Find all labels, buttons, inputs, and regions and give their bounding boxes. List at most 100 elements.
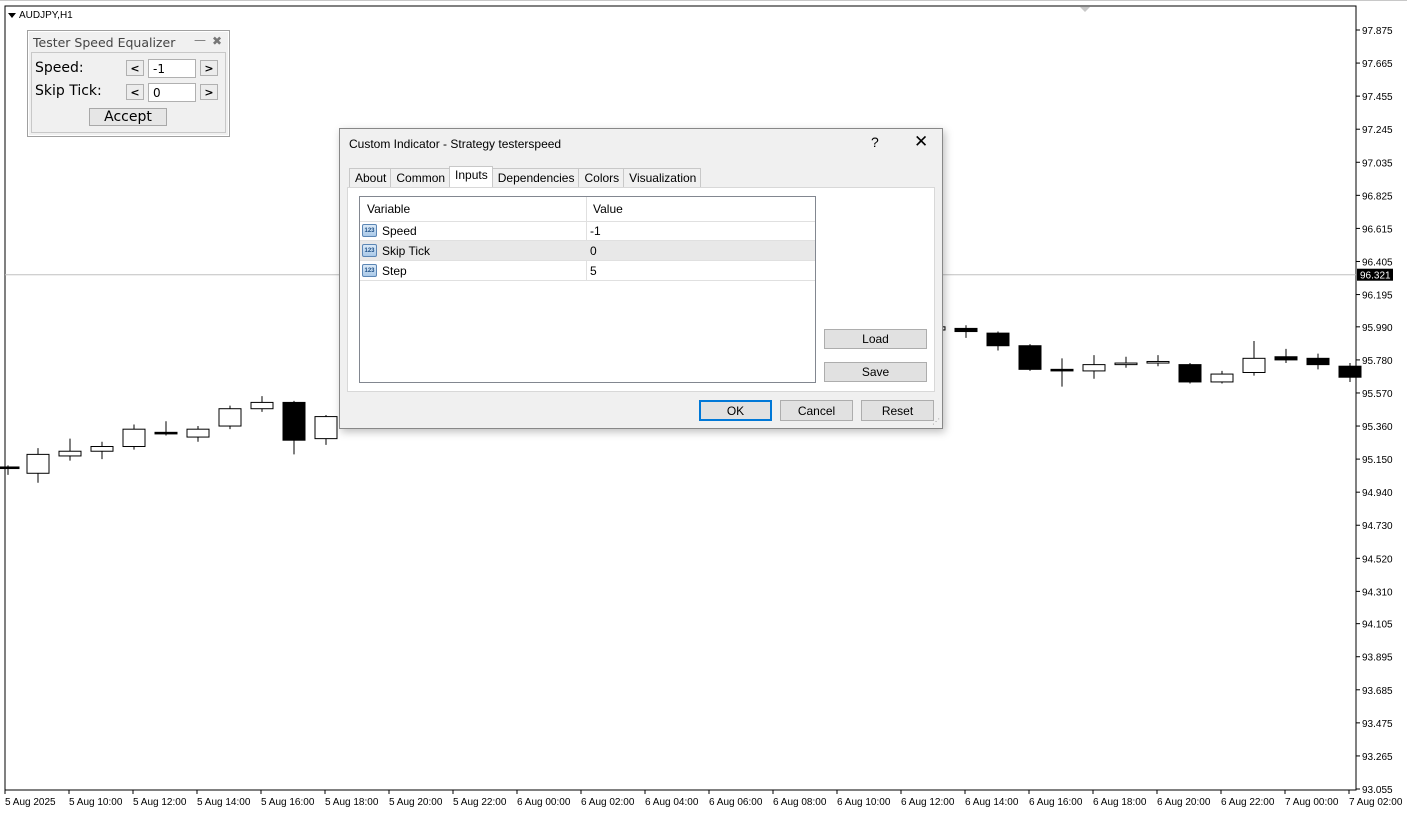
- resize-grip-icon[interactable]: ⋰: [932, 417, 940, 426]
- y-tick-label: 93.685: [1362, 686, 1393, 697]
- accept-button[interactable]: Accept: [89, 108, 167, 126]
- y-tick-label: 96.405: [1362, 257, 1393, 268]
- dropdown-triangle-icon[interactable]: [8, 13, 16, 18]
- integer-type-icon: 123: [362, 244, 377, 257]
- y-tick-label: 94.520: [1362, 554, 1393, 565]
- column-header-value[interactable]: Value: [593, 202, 623, 216]
- candle: [1146, 355, 1170, 367]
- candle: [314, 415, 338, 445]
- y-tick-label: 94.940: [1362, 488, 1393, 499]
- x-tick-label: 6 Aug 06:00: [709, 797, 763, 808]
- skip-tick-input[interactable]: 0: [148, 83, 196, 102]
- cancel-button[interactable]: Cancel: [780, 400, 853, 421]
- close-icon[interactable]: ✖: [212, 34, 222, 48]
- candle: [1210, 370, 1234, 384]
- candle-body: [218, 408, 242, 427]
- dialog-title: Custom Indicator - Strategy testerspeed: [349, 137, 562, 151]
- variable-value[interactable]: -1: [590, 224, 601, 238]
- candle-body: [954, 327, 978, 333]
- variable-name: Step: [382, 264, 407, 278]
- y-tick-label: 96.195: [1362, 291, 1393, 302]
- candle: [1178, 363, 1202, 384]
- candle: [1242, 341, 1266, 376]
- reset-button[interactable]: Reset: [861, 400, 934, 421]
- tab-dependencies[interactable]: Dependencies: [491, 168, 580, 187]
- x-tick-label: 5 Aug 12:00: [133, 797, 187, 808]
- x-tick-label: 6 Aug 22:00: [1221, 797, 1275, 808]
- x-tick-label: 6 Aug 16:00: [1029, 797, 1083, 808]
- integer-type-icon: 123: [362, 264, 377, 277]
- y-tick-label: 95.570: [1362, 389, 1393, 400]
- candle: [154, 421, 178, 436]
- ok-button[interactable]: OK: [699, 400, 772, 421]
- symbol-label[interactable]: AUDJPY,H1: [8, 10, 73, 21]
- candle-body: [1114, 362, 1138, 366]
- skip-decrease-button[interactable]: <: [126, 84, 144, 100]
- variable-value[interactable]: 5: [590, 264, 597, 278]
- table-row[interactable]: 123 Step 5: [360, 261, 815, 281]
- help-icon[interactable]: ?: [871, 134, 879, 150]
- inputs-pane: Variable Value 123 Speed -1 123 Skip Tic…: [347, 187, 935, 392]
- y-tick-label: 96.825: [1362, 191, 1393, 202]
- x-tick-label: 5 Aug 22:00: [453, 797, 507, 808]
- column-header-variable[interactable]: Variable: [367, 202, 410, 216]
- candle: [1050, 358, 1074, 387]
- candle-body: [1018, 345, 1042, 370]
- y-tick-label: 95.780: [1362, 356, 1393, 367]
- tab-bar: About Common Inputs Dependencies Colors …: [349, 166, 702, 188]
- tab-common[interactable]: Common: [390, 168, 451, 187]
- candle-body: [1338, 365, 1362, 378]
- close-icon[interactable]: ✕: [914, 132, 928, 152]
- x-tick-label: 7 Aug 02:00: [1349, 797, 1403, 808]
- tab-inputs[interactable]: Inputs: [449, 166, 493, 188]
- tab-about[interactable]: About: [349, 168, 392, 187]
- candle-body: [1242, 357, 1266, 373]
- x-tick-label: 6 Aug 08:00: [773, 797, 827, 808]
- candle-body: [250, 401, 274, 410]
- y-tick-label: 94.105: [1362, 620, 1393, 631]
- load-button[interactable]: Load: [824, 329, 927, 349]
- y-tick-label: 97.875: [1362, 26, 1393, 37]
- candle-body: [26, 453, 50, 474]
- candle-body: [1274, 356, 1298, 361]
- minimize-icon[interactable]: —: [194, 33, 206, 47]
- table-row[interactable]: 123 Speed -1: [360, 221, 815, 241]
- speed-increase-button[interactable]: >: [200, 60, 218, 76]
- candle: [1274, 348, 1298, 364]
- candle: [1306, 353, 1330, 370]
- tab-colors[interactable]: Colors: [578, 168, 625, 187]
- candle: [986, 331, 1010, 351]
- candle-body: [986, 332, 1010, 347]
- y-tick-label: 96.615: [1362, 224, 1393, 235]
- x-tick-label: 6 Aug 10:00: [837, 797, 891, 808]
- candle-body: [1146, 360, 1170, 364]
- x-tick-label: 6 Aug 00:00: [517, 797, 571, 808]
- speed-decrease-button[interactable]: <: [126, 60, 144, 76]
- candle: [954, 325, 978, 338]
- inputs-table: Variable Value 123 Speed -1 123 Skip Tic…: [359, 196, 816, 383]
- panel-title: Tester Speed Equalizer: [33, 35, 176, 50]
- y-tick-label: 97.245: [1362, 125, 1393, 136]
- x-tick-label: 5 Aug 2025: [5, 797, 56, 808]
- save-button[interactable]: Save: [824, 362, 927, 382]
- candle-body: [1050, 368, 1074, 372]
- shift-marker-icon: [1080, 7, 1090, 12]
- y-tick-label: 95.360: [1362, 422, 1393, 433]
- skip-increase-button[interactable]: >: [200, 84, 218, 100]
- y-tick-label: 97.455: [1362, 92, 1393, 103]
- x-tick-label: 6 Aug 18:00: [1093, 797, 1147, 808]
- table-row[interactable]: 123 Skip Tick 0: [360, 241, 815, 261]
- skip-tick-label: Skip Tick:: [35, 83, 102, 99]
- y-tick-label: 93.265: [1362, 752, 1393, 763]
- y-tick-label: 93.475: [1362, 719, 1393, 730]
- variable-value[interactable]: 0: [590, 244, 597, 258]
- speed-input[interactable]: -1: [148, 59, 196, 78]
- candle: [1018, 344, 1042, 371]
- tester-speed-panel: Tester Speed Equalizer — ✖ Speed: < -1 >…: [27, 30, 230, 137]
- candle-body: [1082, 364, 1106, 372]
- tab-visualization[interactable]: Visualization: [623, 168, 702, 187]
- current-price-label: 96.321: [1360, 271, 1391, 282]
- y-tick-label: 94.730: [1362, 521, 1393, 532]
- x-tick-label: 5 Aug 10:00: [69, 797, 123, 808]
- variable-name: Skip Tick: [382, 244, 431, 258]
